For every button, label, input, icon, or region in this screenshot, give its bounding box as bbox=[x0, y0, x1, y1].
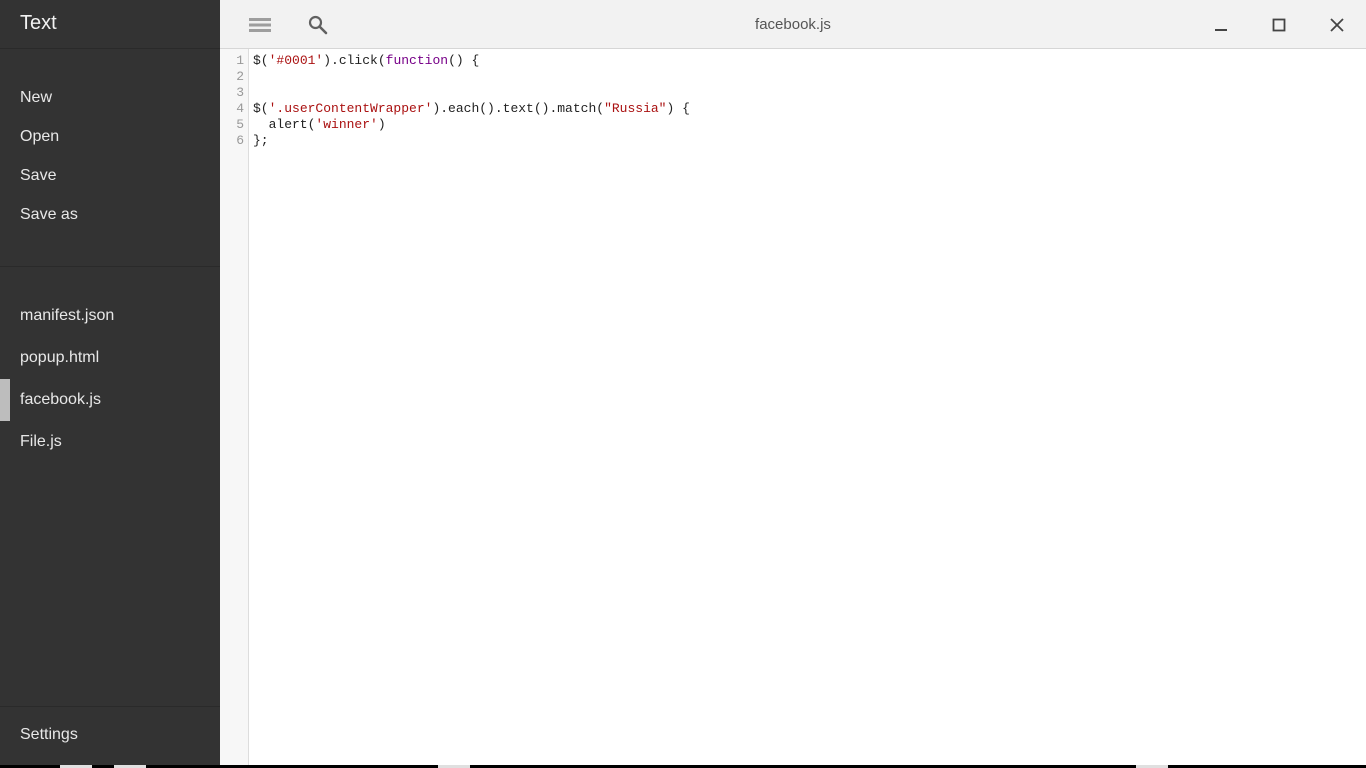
code-token: () { bbox=[448, 53, 480, 68]
search-icon bbox=[308, 15, 328, 34]
line-number: 5 bbox=[236, 117, 244, 132]
sidebar-divider-middle bbox=[0, 266, 220, 267]
code-line[interactable]: alert('winner') bbox=[253, 117, 386, 133]
code-token: "Russia" bbox=[604, 101, 667, 116]
code-token: function bbox=[385, 53, 449, 68]
file-item-file-js[interactable]: File.js bbox=[0, 421, 220, 463]
line-number: 2 bbox=[236, 69, 244, 84]
file-item-label: facebook.js bbox=[20, 391, 101, 408]
maximize-button[interactable] bbox=[1258, 0, 1300, 49]
line-number-gutter: 123456 bbox=[220, 49, 249, 765]
line-number: 3 bbox=[236, 85, 244, 100]
app-title: Text bbox=[20, 12, 57, 34]
menu-item-save-as[interactable]: Save as bbox=[20, 203, 78, 227]
sidebar-divider-bottom bbox=[0, 706, 220, 707]
file-item-manifest-json[interactable]: manifest.json bbox=[0, 295, 220, 337]
menu-item-save[interactable]: Save bbox=[20, 164, 56, 188]
line-number: 6 bbox=[236, 133, 244, 148]
toolbar: facebook.js bbox=[220, 0, 1366, 49]
code-token: ).click( bbox=[323, 53, 386, 68]
code-line[interactable]: $('.userContentWrapper').each().text().m… bbox=[253, 101, 690, 117]
code-editor[interactable]: 123456 $('#0001').click(function() {$('.… bbox=[220, 49, 1366, 765]
hamburger-icon bbox=[249, 17, 271, 32]
code-token: }; bbox=[253, 133, 269, 148]
file-item-popup-html[interactable]: popup.html bbox=[0, 337, 220, 379]
minimize-button[interactable] bbox=[1200, 0, 1242, 49]
code-token: ) bbox=[377, 117, 386, 132]
search-button[interactable] bbox=[298, 0, 338, 49]
active-file-indicator bbox=[0, 379, 10, 421]
maximize-icon bbox=[1272, 18, 1286, 31]
code-token: ).each().text().match( bbox=[432, 101, 605, 116]
settings-button[interactable]: Settings bbox=[20, 723, 78, 747]
document-title: facebook.js bbox=[755, 16, 831, 33]
line-number: 1 bbox=[236, 53, 244, 68]
code-token: '.userContentWrapper' bbox=[268, 101, 433, 116]
file-item-label: popup.html bbox=[20, 349, 100, 366]
hamburger-menu-button[interactable] bbox=[240, 0, 280, 49]
code-token: ) { bbox=[666, 101, 690, 116]
file-item-label: File.js bbox=[20, 433, 62, 450]
close-icon bbox=[1330, 17, 1344, 32]
sidebar-divider-top bbox=[0, 48, 220, 49]
file-item-label: manifest.json bbox=[20, 307, 115, 324]
code-line[interactable]: $('#0001').click(function() { bbox=[253, 53, 479, 69]
code-token: alert( bbox=[253, 117, 316, 132]
file-item-facebook-js[interactable]: facebook.js bbox=[0, 379, 220, 421]
code-token: $( bbox=[253, 53, 269, 68]
close-button[interactable] bbox=[1316, 0, 1358, 49]
line-number: 4 bbox=[236, 101, 244, 116]
code-line[interactable]: }; bbox=[253, 133, 269, 149]
code-token: 'winner' bbox=[315, 117, 378, 132]
sidebar: Text New Open Save Save as manifest.json… bbox=[0, 0, 220, 765]
minimize-icon bbox=[1215, 28, 1227, 31]
code-token: $( bbox=[253, 101, 269, 116]
menu-item-open[interactable]: Open bbox=[20, 125, 59, 149]
code-token: '#0001' bbox=[268, 53, 324, 68]
menu-item-new[interactable]: New bbox=[20, 86, 52, 110]
